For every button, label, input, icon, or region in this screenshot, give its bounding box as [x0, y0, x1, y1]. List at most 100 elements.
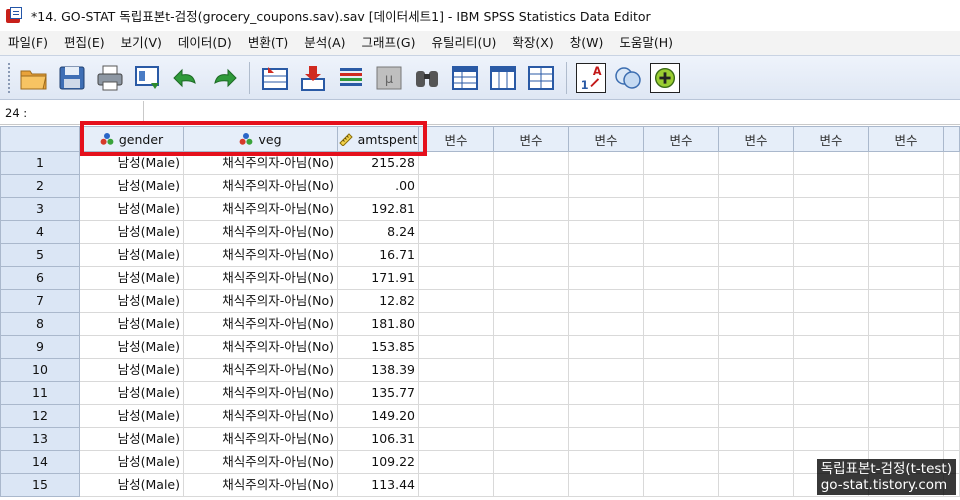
cell-empty[interactable] — [794, 244, 869, 267]
cell-empty[interactable] — [569, 474, 644, 497]
cell-empty[interactable] — [869, 198, 944, 221]
cell-empty[interactable] — [944, 290, 960, 313]
row-number[interactable]: 15 — [0, 474, 80, 497]
cell-empty[interactable] — [719, 313, 794, 336]
cell-empty[interactable] — [419, 152, 494, 175]
cell-empty[interactable] — [719, 474, 794, 497]
row-number[interactable]: 3 — [0, 198, 80, 221]
cell-empty[interactable] — [719, 152, 794, 175]
menu-utilities[interactable]: 유틸리티(U) — [423, 31, 504, 55]
cell-empty[interactable] — [644, 221, 719, 244]
cell-empty[interactable] — [869, 290, 944, 313]
cell-empty[interactable] — [794, 359, 869, 382]
cell-empty[interactable] — [794, 198, 869, 221]
cell-empty[interactable] — [869, 267, 944, 290]
column-header-empty[interactable] — [944, 126, 960, 152]
cell-empty[interactable] — [644, 405, 719, 428]
cell-empty[interactable] — [419, 382, 494, 405]
cell-veg[interactable]: 채식주의자-아님(No) — [184, 336, 338, 359]
cell-empty[interactable] — [419, 290, 494, 313]
cell-gender[interactable]: 남성(Male) — [80, 290, 184, 313]
use-sets-icon[interactable] — [611, 61, 645, 95]
row-number[interactable]: 14 — [0, 451, 80, 474]
cell-empty[interactable] — [569, 405, 644, 428]
cell-empty[interactable] — [494, 451, 569, 474]
cell-empty[interactable] — [719, 221, 794, 244]
cell-veg[interactable]: 채식주의자-아님(No) — [184, 244, 338, 267]
cell-veg[interactable]: 채식주의자-아님(No) — [184, 405, 338, 428]
cell-empty[interactable] — [794, 382, 869, 405]
cell-veg[interactable]: 채식주의자-아님(No) — [184, 175, 338, 198]
variables-icon[interactable] — [334, 61, 368, 95]
cell-empty[interactable] — [419, 244, 494, 267]
cell-empty[interactable] — [494, 382, 569, 405]
open-folder-icon[interactable] — [17, 61, 51, 95]
cell-empty[interactable] — [419, 221, 494, 244]
cell-empty[interactable] — [494, 336, 569, 359]
cell-empty[interactable] — [644, 198, 719, 221]
cell-empty[interactable] — [944, 359, 960, 382]
cell-empty[interactable] — [869, 359, 944, 382]
column-header-empty[interactable]: 변수 — [494, 126, 569, 152]
cell-veg[interactable]: 채식주의자-아님(No) — [184, 474, 338, 497]
cell-empty[interactable] — [944, 428, 960, 451]
cell-empty[interactable] — [719, 382, 794, 405]
cell-amtspent[interactable]: 171.91 — [338, 267, 419, 290]
row-number[interactable]: 11 — [0, 382, 80, 405]
cell-empty[interactable] — [719, 336, 794, 359]
cell-empty[interactable] — [794, 428, 869, 451]
cell-value-editor[interactable] — [145, 101, 960, 124]
cell-empty[interactable] — [569, 382, 644, 405]
cell-empty[interactable] — [569, 198, 644, 221]
menu-transform[interactable]: 변환(T) — [240, 31, 296, 55]
cell-veg[interactable]: 채식주의자-아님(No) — [184, 290, 338, 313]
cell-empty[interactable] — [419, 359, 494, 382]
row-number[interactable]: 8 — [0, 313, 80, 336]
spss-app-icon[interactable] — [6, 6, 24, 25]
cell-empty[interactable] — [719, 244, 794, 267]
cell-amtspent[interactable]: 181.80 — [338, 313, 419, 336]
cell-empty[interactable] — [494, 428, 569, 451]
cell-empty[interactable] — [644, 336, 719, 359]
cell-amtspent[interactable]: 192.81 — [338, 198, 419, 221]
cell-empty[interactable] — [719, 198, 794, 221]
cell-amtspent[interactable]: 12.82 — [338, 290, 419, 313]
cell-empty[interactable] — [944, 382, 960, 405]
cell-amtspent[interactable]: 8.24 — [338, 221, 419, 244]
cell-empty[interactable] — [869, 244, 944, 267]
cell-empty[interactable] — [794, 267, 869, 290]
cell-amtspent[interactable]: 153.85 — [338, 336, 419, 359]
row-number[interactable]: 13 — [0, 428, 80, 451]
cell-gender[interactable]: 남성(Male) — [80, 221, 184, 244]
cell-empty[interactable] — [569, 244, 644, 267]
cell-gender[interactable]: 남성(Male) — [80, 382, 184, 405]
cell-empty[interactable] — [494, 198, 569, 221]
dialog-recall-icon[interactable] — [131, 61, 165, 95]
cell-empty[interactable] — [644, 428, 719, 451]
cell-empty[interactable] — [569, 290, 644, 313]
cell-amtspent[interactable]: 16.71 — [338, 244, 419, 267]
cell-empty[interactable] — [719, 428, 794, 451]
cell-empty[interactable] — [644, 267, 719, 290]
menu-edit[interactable]: 편집(E) — [56, 31, 113, 55]
cell-empty[interactable] — [419, 198, 494, 221]
cell-empty[interactable] — [569, 428, 644, 451]
cell-gender[interactable]: 남성(Male) — [80, 428, 184, 451]
cell-amtspent[interactable]: 109.22 — [338, 451, 419, 474]
column-header-veg[interactable]: veg — [184, 126, 338, 152]
row-number[interactable]: 6 — [0, 267, 80, 290]
cell-veg[interactable]: 채식주의자-아님(No) — [184, 198, 338, 221]
cell-amtspent[interactable]: 113.44 — [338, 474, 419, 497]
cell-empty[interactable] — [569, 359, 644, 382]
undo-icon[interactable] — [169, 61, 203, 95]
cell-veg[interactable]: 채식주의자-아님(No) — [184, 221, 338, 244]
cell-gender[interactable]: 남성(Male) — [80, 152, 184, 175]
column-header-empty[interactable]: 변수 — [869, 126, 944, 152]
menu-extensions[interactable]: 확장(X) — [504, 31, 561, 55]
cell-empty[interactable] — [719, 175, 794, 198]
cell-empty[interactable] — [869, 313, 944, 336]
menu-window[interactable]: 창(W) — [562, 31, 612, 55]
cell-empty[interactable] — [794, 152, 869, 175]
cell-empty[interactable] — [794, 290, 869, 313]
cell-empty[interactable] — [719, 290, 794, 313]
